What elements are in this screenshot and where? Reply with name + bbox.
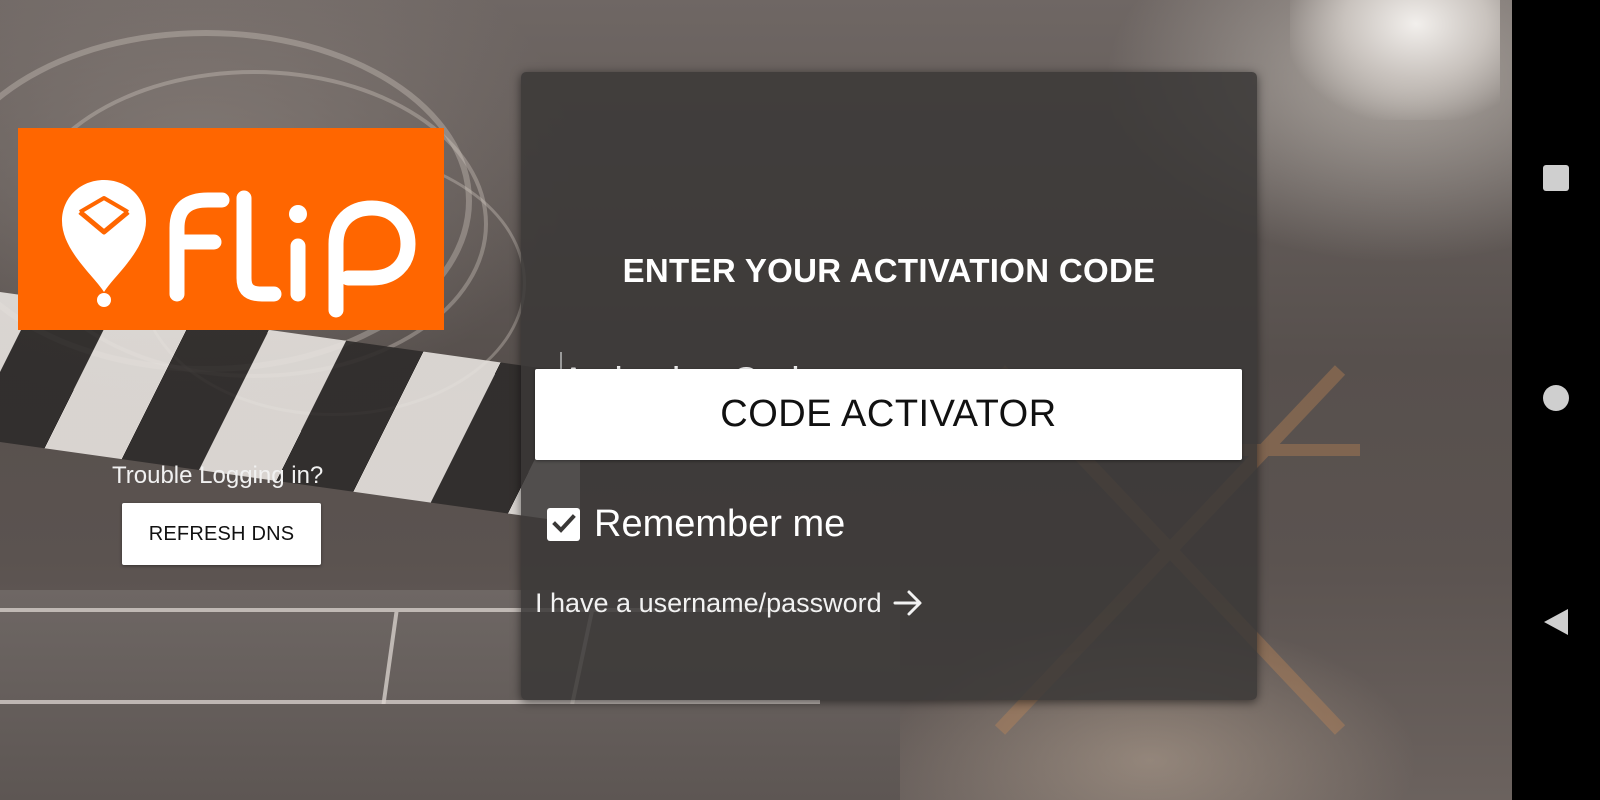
recents-button[interactable]	[1512, 143, 1600, 213]
activation-card: ENTER YOUR ACTIVATION CODE CODE ACTIVATO…	[521, 72, 1257, 700]
arrow-right-icon	[892, 587, 924, 619]
remember-me-checkbox[interactable]	[547, 507, 580, 541]
activation-title: ENTER YOUR ACTIVATION CODE	[622, 252, 1156, 289]
checkmark-icon	[551, 514, 576, 533]
flip-logo	[18, 128, 444, 330]
home-button[interactable]	[1512, 363, 1600, 433]
back-button[interactable]	[1512, 587, 1600, 657]
username-password-link[interactable]: I have a username/password	[535, 587, 924, 619]
remember-me-toggle[interactable]: Remember me	[547, 502, 846, 545]
back-triangle-icon	[1544, 609, 1568, 635]
app-screen: Trouble Logging in? REFRESH DNS ENTER YO…	[0, 0, 1600, 800]
system-nav-bar	[1512, 0, 1600, 800]
recents-square-icon	[1543, 165, 1569, 191]
username-password-label: I have a username/password	[535, 587, 882, 618]
bg-line	[0, 700, 820, 704]
envelope-pin-icon	[62, 180, 416, 318]
code-activator-button[interactable]: CODE ACTIVATOR	[535, 369, 1242, 460]
refresh-dns-button[interactable]: REFRESH DNS	[122, 503, 321, 565]
remember-me-label: Remember me	[594, 502, 846, 545]
bg-light	[1290, 0, 1500, 120]
home-circle-icon	[1543, 385, 1569, 411]
trouble-logging-text: Trouble Logging in?	[112, 462, 324, 489]
